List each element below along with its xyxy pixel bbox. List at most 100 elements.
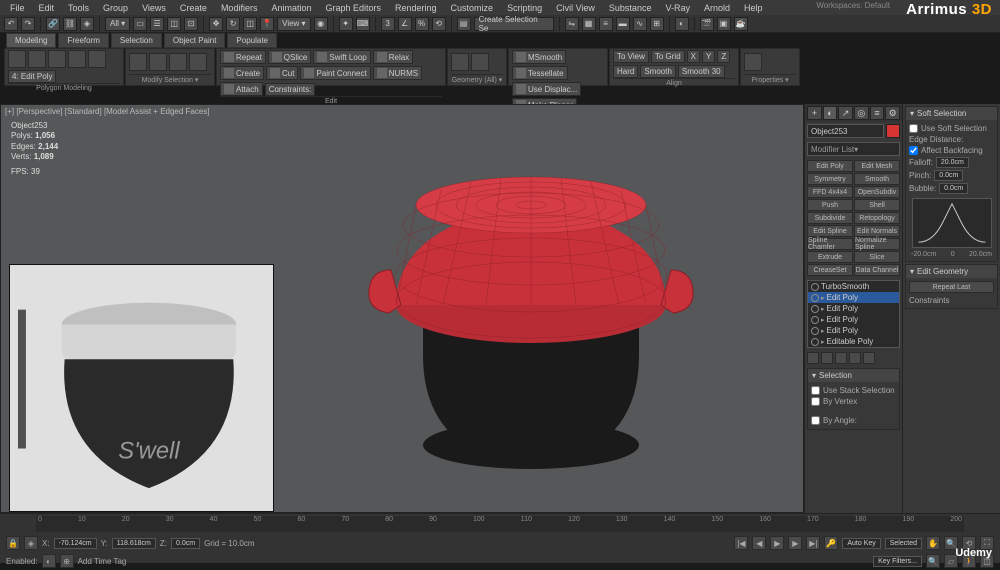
- menu-help[interactable]: Help: [738, 2, 769, 14]
- remove-mod-icon[interactable]: [849, 352, 861, 364]
- mod-shell[interactable]: Shell: [854, 199, 900, 211]
- menu-civilview[interactable]: Civil View: [550, 2, 601, 14]
- redo-icon[interactable]: ↷: [21, 17, 35, 31]
- schematic-icon[interactable]: ⊞: [650, 17, 664, 31]
- nurms-button[interactable]: NURMS: [373, 66, 422, 80]
- menu-customize[interactable]: Customize: [445, 2, 500, 14]
- edge-icon[interactable]: [48, 50, 66, 68]
- keyboard-icon[interactable]: ⌨: [356, 17, 370, 31]
- lock-icon[interactable]: 🔒: [6, 536, 20, 550]
- menu-file[interactable]: File: [4, 2, 31, 14]
- modify-tab-icon[interactable]: ◐: [823, 106, 838, 120]
- show-end-icon[interactable]: [821, 352, 833, 364]
- msmooth-button[interactable]: MSmooth: [512, 50, 566, 64]
- viewport[interactable]: [+] [Perspective] [Standard] [Model Assi…: [0, 104, 804, 513]
- selection-filter[interactable]: All ▾: [105, 17, 130, 31]
- mod-editnormals[interactable]: Edit Normals: [854, 225, 900, 237]
- select-name-icon[interactable]: ☰: [150, 17, 164, 31]
- menu-substance[interactable]: Substance: [603, 2, 658, 14]
- timeline-slider[interactable]: 0102030405060708090100110120130140150160…: [36, 516, 964, 532]
- z-field[interactable]: 0.0cm: [171, 538, 200, 549]
- pivot-icon[interactable]: ◉: [314, 17, 328, 31]
- x-button[interactable]: X: [687, 50, 700, 63]
- paintconnect-button[interactable]: Paint Connect: [300, 66, 370, 80]
- render-setup-icon[interactable]: 🎬: [700, 17, 714, 31]
- border-icon[interactable]: [68, 50, 86, 68]
- vert-icon[interactable]: [28, 50, 46, 68]
- use-soft-checkbox[interactable]: [909, 124, 918, 133]
- next-frame-icon[interactable]: ▶: [788, 536, 802, 550]
- key-mode-icon[interactable]: 🔑: [824, 536, 838, 550]
- geom-icon[interactable]: [451, 53, 469, 71]
- nav-zoom2-icon[interactable]: 🔍: [926, 554, 940, 568]
- tab-freeform[interactable]: Freeform: [58, 33, 108, 48]
- ribbon-toggle-icon[interactable]: ▬: [616, 17, 630, 31]
- menu-grapheditors[interactable]: Graph Editors: [319, 2, 387, 14]
- window-crossing-icon[interactable]: ⊡: [184, 17, 198, 31]
- mod-datachannel[interactable]: Data Channel: [854, 264, 900, 276]
- tab-populate[interactable]: Populate: [227, 33, 277, 48]
- workspace-selector[interactable]: Workspaces: Default: [816, 1, 890, 10]
- menu-vray[interactable]: V-Ray: [659, 2, 696, 14]
- named-selection-combo[interactable]: Create Selection Se: [474, 17, 554, 31]
- prev-frame-icon[interactable]: ◀: [752, 536, 766, 550]
- rollout-header[interactable]: ▾ Selection: [808, 369, 899, 382]
- menu-scripting[interactable]: Scripting: [501, 2, 548, 14]
- autokey-button[interactable]: Auto Key: [842, 538, 880, 549]
- stack-editpoly-1[interactable]: ▸Edit Poly: [808, 292, 899, 303]
- qslice-button[interactable]: QSlice: [268, 50, 312, 64]
- mod-normalizespline[interactable]: Normalize Spline: [854, 238, 900, 250]
- tab-modeling[interactable]: Modeling: [6, 33, 56, 48]
- mod-symmetry[interactable]: Symmetry: [807, 173, 853, 185]
- repeat-button[interactable]: Repeat: [220, 50, 266, 64]
- scale-icon[interactable]: ◫: [243, 17, 257, 31]
- menu-edit[interactable]: Edit: [33, 2, 61, 14]
- mod-splinechamfer[interactable]: Spline Chamfer: [807, 238, 853, 250]
- mod-push[interactable]: Push: [807, 199, 853, 211]
- placement-icon[interactable]: 📍: [260, 17, 274, 31]
- render-frame-icon[interactable]: ▣: [717, 17, 731, 31]
- menu-animation[interactable]: Animation: [265, 2, 317, 14]
- tab-objectpaint[interactable]: Object Paint: [164, 33, 226, 48]
- stack-editpoly-2[interactable]: ▸Edit Poly: [808, 303, 899, 314]
- config-icon[interactable]: [863, 352, 875, 364]
- create-button[interactable]: Create: [220, 66, 264, 80]
- unique-icon[interactable]: [835, 352, 847, 364]
- stack-turbosmooth[interactable]: TurboSmooth: [808, 281, 899, 292]
- enabled-toggle[interactable]: ◐: [42, 554, 56, 568]
- tab-selection[interactable]: Selection: [111, 33, 162, 48]
- isolate-icon[interactable]: ◈: [24, 536, 38, 550]
- addtime-icon[interactable]: ⊕: [60, 554, 74, 568]
- manipulate-icon[interactable]: ✦: [339, 17, 353, 31]
- smooth30-button[interactable]: Smooth 30: [678, 65, 725, 78]
- mirror-icon[interactable]: ⇋: [565, 17, 579, 31]
- x-field[interactable]: -70.124cm: [54, 538, 97, 549]
- viewport-label[interactable]: [+] [Perspective] [Standard] [Model Assi…: [5, 107, 210, 116]
- ref-coord[interactable]: View ▾: [277, 17, 310, 31]
- align-icon[interactable]: ▦: [582, 17, 596, 31]
- stack-editablepoly[interactable]: ▸Editable Poly: [808, 336, 899, 347]
- mod-creaseset[interactable]: CreaseSet: [807, 264, 853, 276]
- mod-editpoly[interactable]: Edit Poly: [807, 160, 853, 172]
- smooth-button[interactable]: Smooth: [640, 65, 676, 78]
- mod-slice[interactable]: Slice: [854, 251, 900, 263]
- play-icon[interactable]: ▶: [770, 536, 784, 550]
- hierarchy-tab-icon[interactable]: ↗: [838, 106, 853, 120]
- rotate-icon[interactable]: ↻: [226, 17, 240, 31]
- poly-mode-icon[interactable]: [8, 50, 26, 68]
- mod-editspline[interactable]: Edit Spline: [807, 225, 853, 237]
- y-field[interactable]: 118.618cm: [112, 538, 156, 549]
- select-icon[interactable]: ▭: [133, 17, 147, 31]
- undo-icon[interactable]: ↶: [4, 17, 18, 31]
- toview-button[interactable]: To View: [613, 50, 649, 63]
- shrink-icon[interactable]: [149, 53, 167, 71]
- attach-button[interactable]: Attach: [220, 82, 263, 96]
- tessellate-button[interactable]: Tessellate: [512, 66, 568, 80]
- mod-opensubdiv[interactable]: OpenSubdiv: [854, 186, 900, 198]
- create-tab-icon[interactable]: +: [807, 106, 822, 120]
- z-button[interactable]: Z: [717, 50, 730, 63]
- relax-button[interactable]: Relax: [373, 50, 413, 64]
- y-button[interactable]: Y: [702, 50, 715, 63]
- goto-start-icon[interactable]: |◀: [734, 536, 748, 550]
- modifier-list-dropdown[interactable]: Modifier List ▾: [807, 142, 900, 156]
